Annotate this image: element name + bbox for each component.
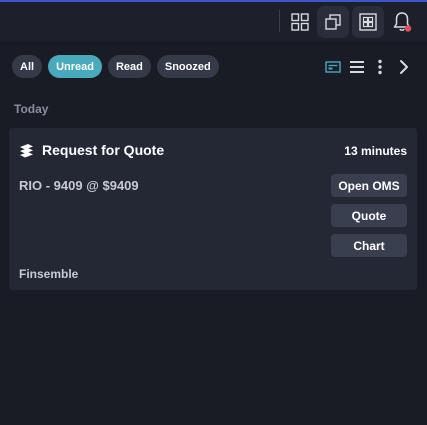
notifications-button[interactable]: [386, 6, 418, 38]
title-bar: [0, 0, 427, 41]
stack-icon: [20, 143, 33, 157]
toolbar-separator: [279, 10, 280, 32]
notification-card[interactable]: Request for Quote 13 minutes RIO - 9409 …: [9, 128, 417, 290]
tile-icon: [359, 13, 377, 31]
tile-button[interactable]: [352, 6, 384, 38]
bell-icon: [393, 12, 412, 32]
filter-unread[interactable]: Unread: [48, 55, 102, 78]
restore-windows-icon: [325, 14, 341, 30]
filter-read[interactable]: Read: [107, 55, 151, 78]
quote-button[interactable]: Quote: [331, 204, 407, 227]
more-options-icon[interactable]: [376, 58, 384, 76]
list-view-icon[interactable]: [349, 58, 365, 76]
chart-button[interactable]: Chart: [331, 234, 407, 257]
filter-pills: All Unread Read Snoozed: [12, 55, 219, 78]
notification-detail: RIO - 9409 @ $9409: [19, 178, 139, 193]
open-oms-button[interactable]: Open OMS: [331, 174, 407, 197]
chevron-right-icon[interactable]: [398, 58, 410, 76]
section-label-today: Today: [14, 102, 49, 116]
notification-title: Request for Quote: [42, 142, 165, 158]
restore-windows-button[interactable]: [317, 6, 349, 38]
notification-time: 13 minutes: [344, 144, 407, 158]
card-view-icon[interactable]: [325, 58, 341, 76]
filter-snoozed[interactable]: Snoozed: [156, 55, 219, 78]
notification-header: Request for Quote: [19, 142, 164, 158]
filter-all[interactable]: All: [12, 55, 43, 78]
grid-icon: [291, 13, 309, 31]
grid-button[interactable]: [284, 6, 316, 38]
notification-dot: [404, 25, 412, 32]
notification-source: Finsemble: [19, 267, 79, 281]
